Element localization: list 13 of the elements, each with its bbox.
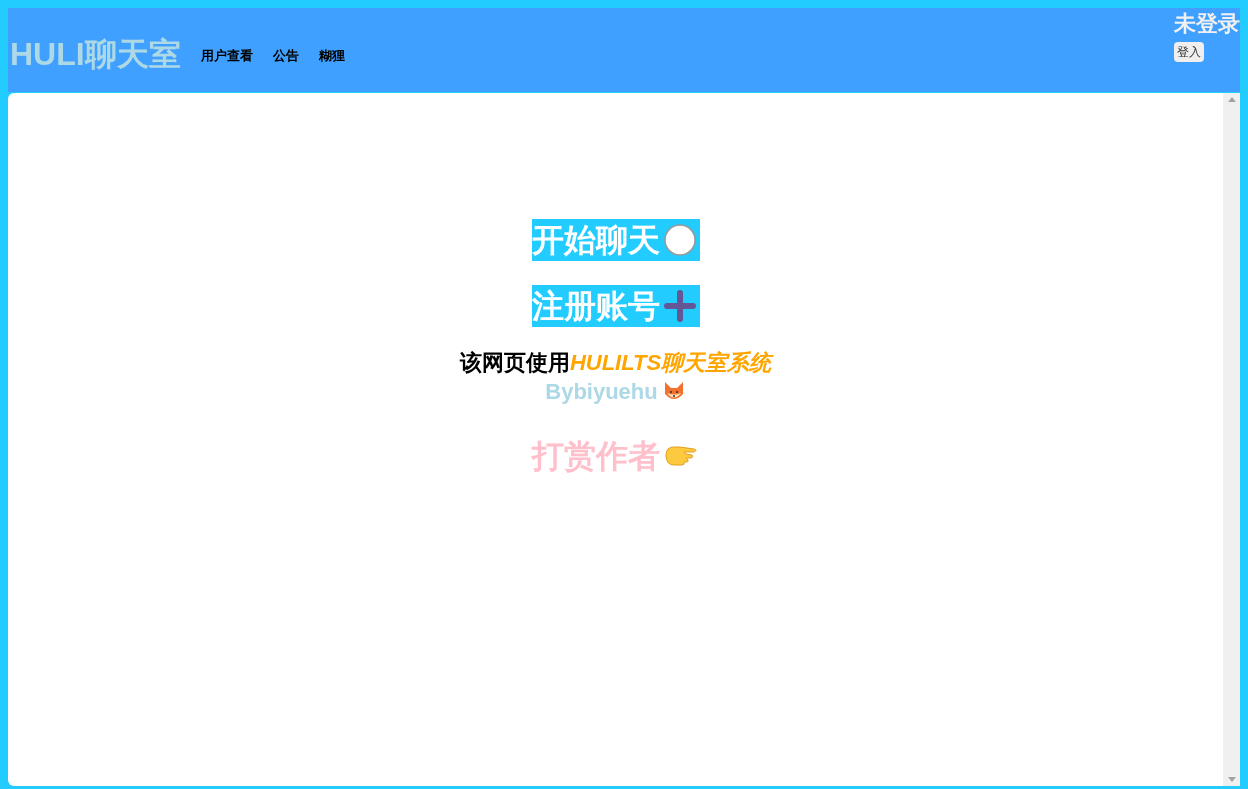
login-button[interactable]: 登入	[1174, 42, 1204, 62]
login-status: 未登录	[1174, 10, 1240, 38]
nav-link[interactable]: 糊狸	[318, 46, 345, 66]
nav-link[interactable]: 公告	[272, 46, 299, 66]
site-title: HULI聊天室	[10, 35, 181, 74]
scrollbar[interactable]	[1223, 93, 1240, 786]
nav-link[interactable]: 用户查看	[200, 46, 253, 66]
circle-icon	[663, 224, 696, 256]
author-name: Bybiyuehu	[545, 378, 658, 406]
scroll-down-icon[interactable]	[1227, 777, 1236, 782]
credit-text: 该网页使用HULILTS聊天室系统	[459, 349, 772, 377]
plus-icon	[663, 290, 696, 322]
scroll-up-icon[interactable]	[1227, 97, 1236, 102]
